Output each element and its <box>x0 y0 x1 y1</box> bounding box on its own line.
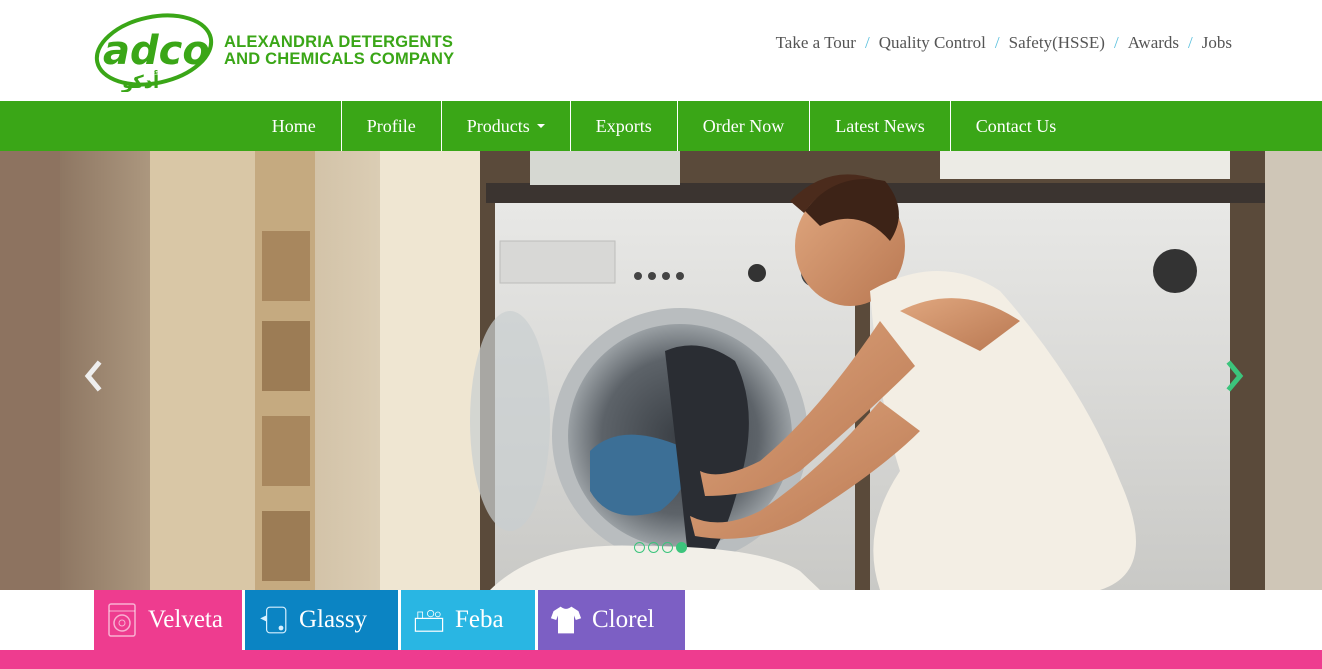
tab-feba-label: Feba <box>455 606 504 633</box>
top-link-separator: / <box>994 33 1000 52</box>
caret-down-icon <box>536 124 545 128</box>
top-link-awards[interactable]: Awards <box>1128 33 1179 53</box>
company-logo[interactable]: adco أدكو ALEXANDRIA DETERGENTS AND CHEM… <box>94 12 474 93</box>
top-link-jobs[interactable]: Jobs <box>1202 33 1232 53</box>
top-link-take-a-tour[interactable]: Take a Tour <box>776 33 856 53</box>
tab-clorel-label: Clorel <box>592 606 655 633</box>
top-link-separator: / <box>864 33 870 52</box>
accent-bar <box>0 650 1322 669</box>
site-header: adco أدكو ALEXANDRIA DETERGENTS AND CHEM… <box>0 0 1322 101</box>
slider-dot-1[interactable] <box>634 542 645 553</box>
nav-profile[interactable]: Profile <box>342 101 442 151</box>
tshirt-icon <box>550 600 582 640</box>
washing-machine-icon <box>106 600 138 640</box>
company-name: ALEXANDRIA DETERGENTS AND CHEMICALS COMP… <box>224 34 454 68</box>
adco-logo-mark: adco أدكو <box>94 13 214 93</box>
top-link-safety[interactable]: Safety(HSSE) <box>1009 33 1105 53</box>
slider-dot-3[interactable] <box>662 542 673 553</box>
tab-feba[interactable]: Feba <box>401 590 535 650</box>
nav-home[interactable]: Home <box>247 101 342 151</box>
nav-order-now[interactable]: Order Now <box>678 101 811 151</box>
logo-arabic-text: أدكو <box>121 70 159 92</box>
top-link-separator: / <box>1188 33 1193 52</box>
slider-next-control[interactable] <box>1220 356 1250 406</box>
logo-latin-text: adco <box>103 28 210 74</box>
company-name-line1: ALEXANDRIA DETERGENTS <box>224 33 454 51</box>
tab-velveta-label: Velveta <box>148 606 223 633</box>
hero-slider <box>0 151 1322 590</box>
slider-indicators <box>634 542 687 553</box>
top-links: Take a Tour / Quality Control / Safety(H… <box>776 33 1232 53</box>
tab-clorel[interactable]: Clorel <box>538 590 685 650</box>
tab-glassy[interactable]: Glassy <box>245 590 398 650</box>
slider-dot-4[interactable] <box>676 542 687 553</box>
main-nav: Home Profile Products Exports Order Now … <box>0 101 1322 151</box>
slider-prev-control[interactable] <box>78 356 108 406</box>
tab-glassy-label: Glassy <box>299 606 368 633</box>
product-tabs: Velveta Glassy Feba Clorel <box>94 590 685 650</box>
top-link-separator: / <box>1113 33 1119 52</box>
nav-contact-us[interactable]: Contact Us <box>951 101 1082 151</box>
top-link-quality-control[interactable]: Quality Control <box>879 33 986 53</box>
nav-products[interactable]: Products <box>442 101 571 151</box>
slider-dot-2[interactable] <box>648 542 659 553</box>
company-name-line2: AND CHEMICALS COMPANY <box>224 50 455 68</box>
nav-products-label: Products <box>466 115 530 136</box>
nav-latest-news[interactable]: Latest News <box>810 101 951 151</box>
tab-velveta[interactable]: Velveta <box>94 590 242 650</box>
window-spray-icon <box>257 600 289 640</box>
nav-exports[interactable]: Exports <box>571 101 678 151</box>
chevron-left-icon <box>84 360 102 392</box>
sink-dishes-icon <box>413 600 445 640</box>
laundry-hero-image <box>0 151 1322 590</box>
chevron-right-icon <box>1226 360 1244 392</box>
